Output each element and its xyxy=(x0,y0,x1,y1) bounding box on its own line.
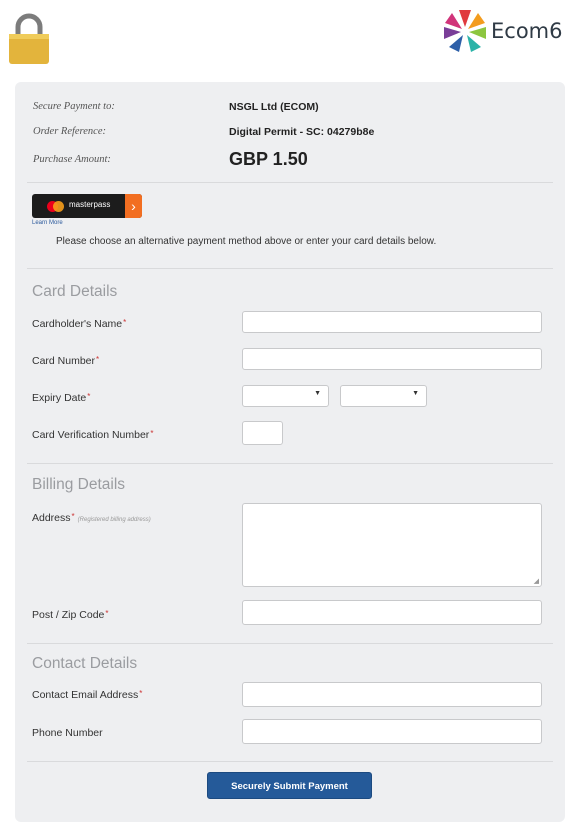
divider xyxy=(27,643,553,644)
amount-value: GBP 1.50 xyxy=(229,149,308,169)
phone-label: Phone Number xyxy=(32,727,103,739)
postcode-label: Post / Zip Code* xyxy=(32,609,109,621)
reference-label: Order Reference: xyxy=(33,126,106,137)
payee-value: NSGL Ltd (ECOM) xyxy=(229,101,319,113)
cvv-label: Card Verification Number* xyxy=(32,429,154,441)
dropdown-arrow-icon: ▼ xyxy=(314,390,321,397)
alternative-payment-text: Please choose an alternative payment met… xyxy=(56,236,437,247)
logo-text: Ecom6 xyxy=(491,19,563,43)
divider xyxy=(27,182,553,183)
card-details-heading: Card Details xyxy=(32,283,118,300)
dropdown-arrow-icon: ▼ xyxy=(412,390,419,397)
expiry-year-select[interactable]: ▼ xyxy=(340,385,427,407)
expiry-month-select[interactable]: ▼ xyxy=(242,385,329,407)
expiry-date-label: Expiry Date* xyxy=(32,392,91,404)
divider xyxy=(27,268,553,269)
divider xyxy=(27,463,553,464)
reference-value: Digital Permit - SC: 04279b8e xyxy=(229,126,375,138)
padlock-icon xyxy=(9,13,49,64)
resize-handle-icon[interactable]: ◢ xyxy=(534,577,539,585)
address-label: Address* (Registered billing address) xyxy=(32,512,151,524)
postcode-input[interactable] xyxy=(242,600,542,625)
payment-panel: Secure Payment to: NSGL Ltd (ECOM) Order… xyxy=(15,82,565,822)
card-number-input[interactable] xyxy=(242,348,542,370)
divider xyxy=(27,761,553,762)
chevron-right-icon: › xyxy=(125,194,142,218)
payee-label: Secure Payment to: xyxy=(33,101,115,112)
amount-label: Purchase Amount: xyxy=(33,154,111,165)
cvv-input[interactable] xyxy=(242,421,283,445)
submit-payment-button[interactable]: Securely Submit Payment xyxy=(207,772,372,799)
masterpass-label: masterpass xyxy=(69,200,111,209)
address-textarea[interactable]: ◢ xyxy=(242,503,542,587)
ecom6-logo: Ecom6 xyxy=(443,8,562,54)
card-number-label: Card Number* xyxy=(32,355,100,367)
learn-more-link[interactable]: Learn More xyxy=(32,220,63,226)
billing-details-heading: Billing Details xyxy=(32,476,126,493)
email-label: Contact Email Address* xyxy=(32,689,143,701)
cardholder-name-label: Cardholder's Name* xyxy=(32,318,127,330)
phone-input[interactable] xyxy=(242,719,542,744)
mastercard-yellow-circle xyxy=(53,201,64,212)
contact-details-heading: Contact Details xyxy=(32,655,138,672)
cardholder-name-input[interactable] xyxy=(242,311,542,333)
ecom6-logo-icon xyxy=(444,10,486,52)
masterpass-button[interactable]: masterpass › xyxy=(32,194,142,218)
email-input[interactable] xyxy=(242,682,542,707)
